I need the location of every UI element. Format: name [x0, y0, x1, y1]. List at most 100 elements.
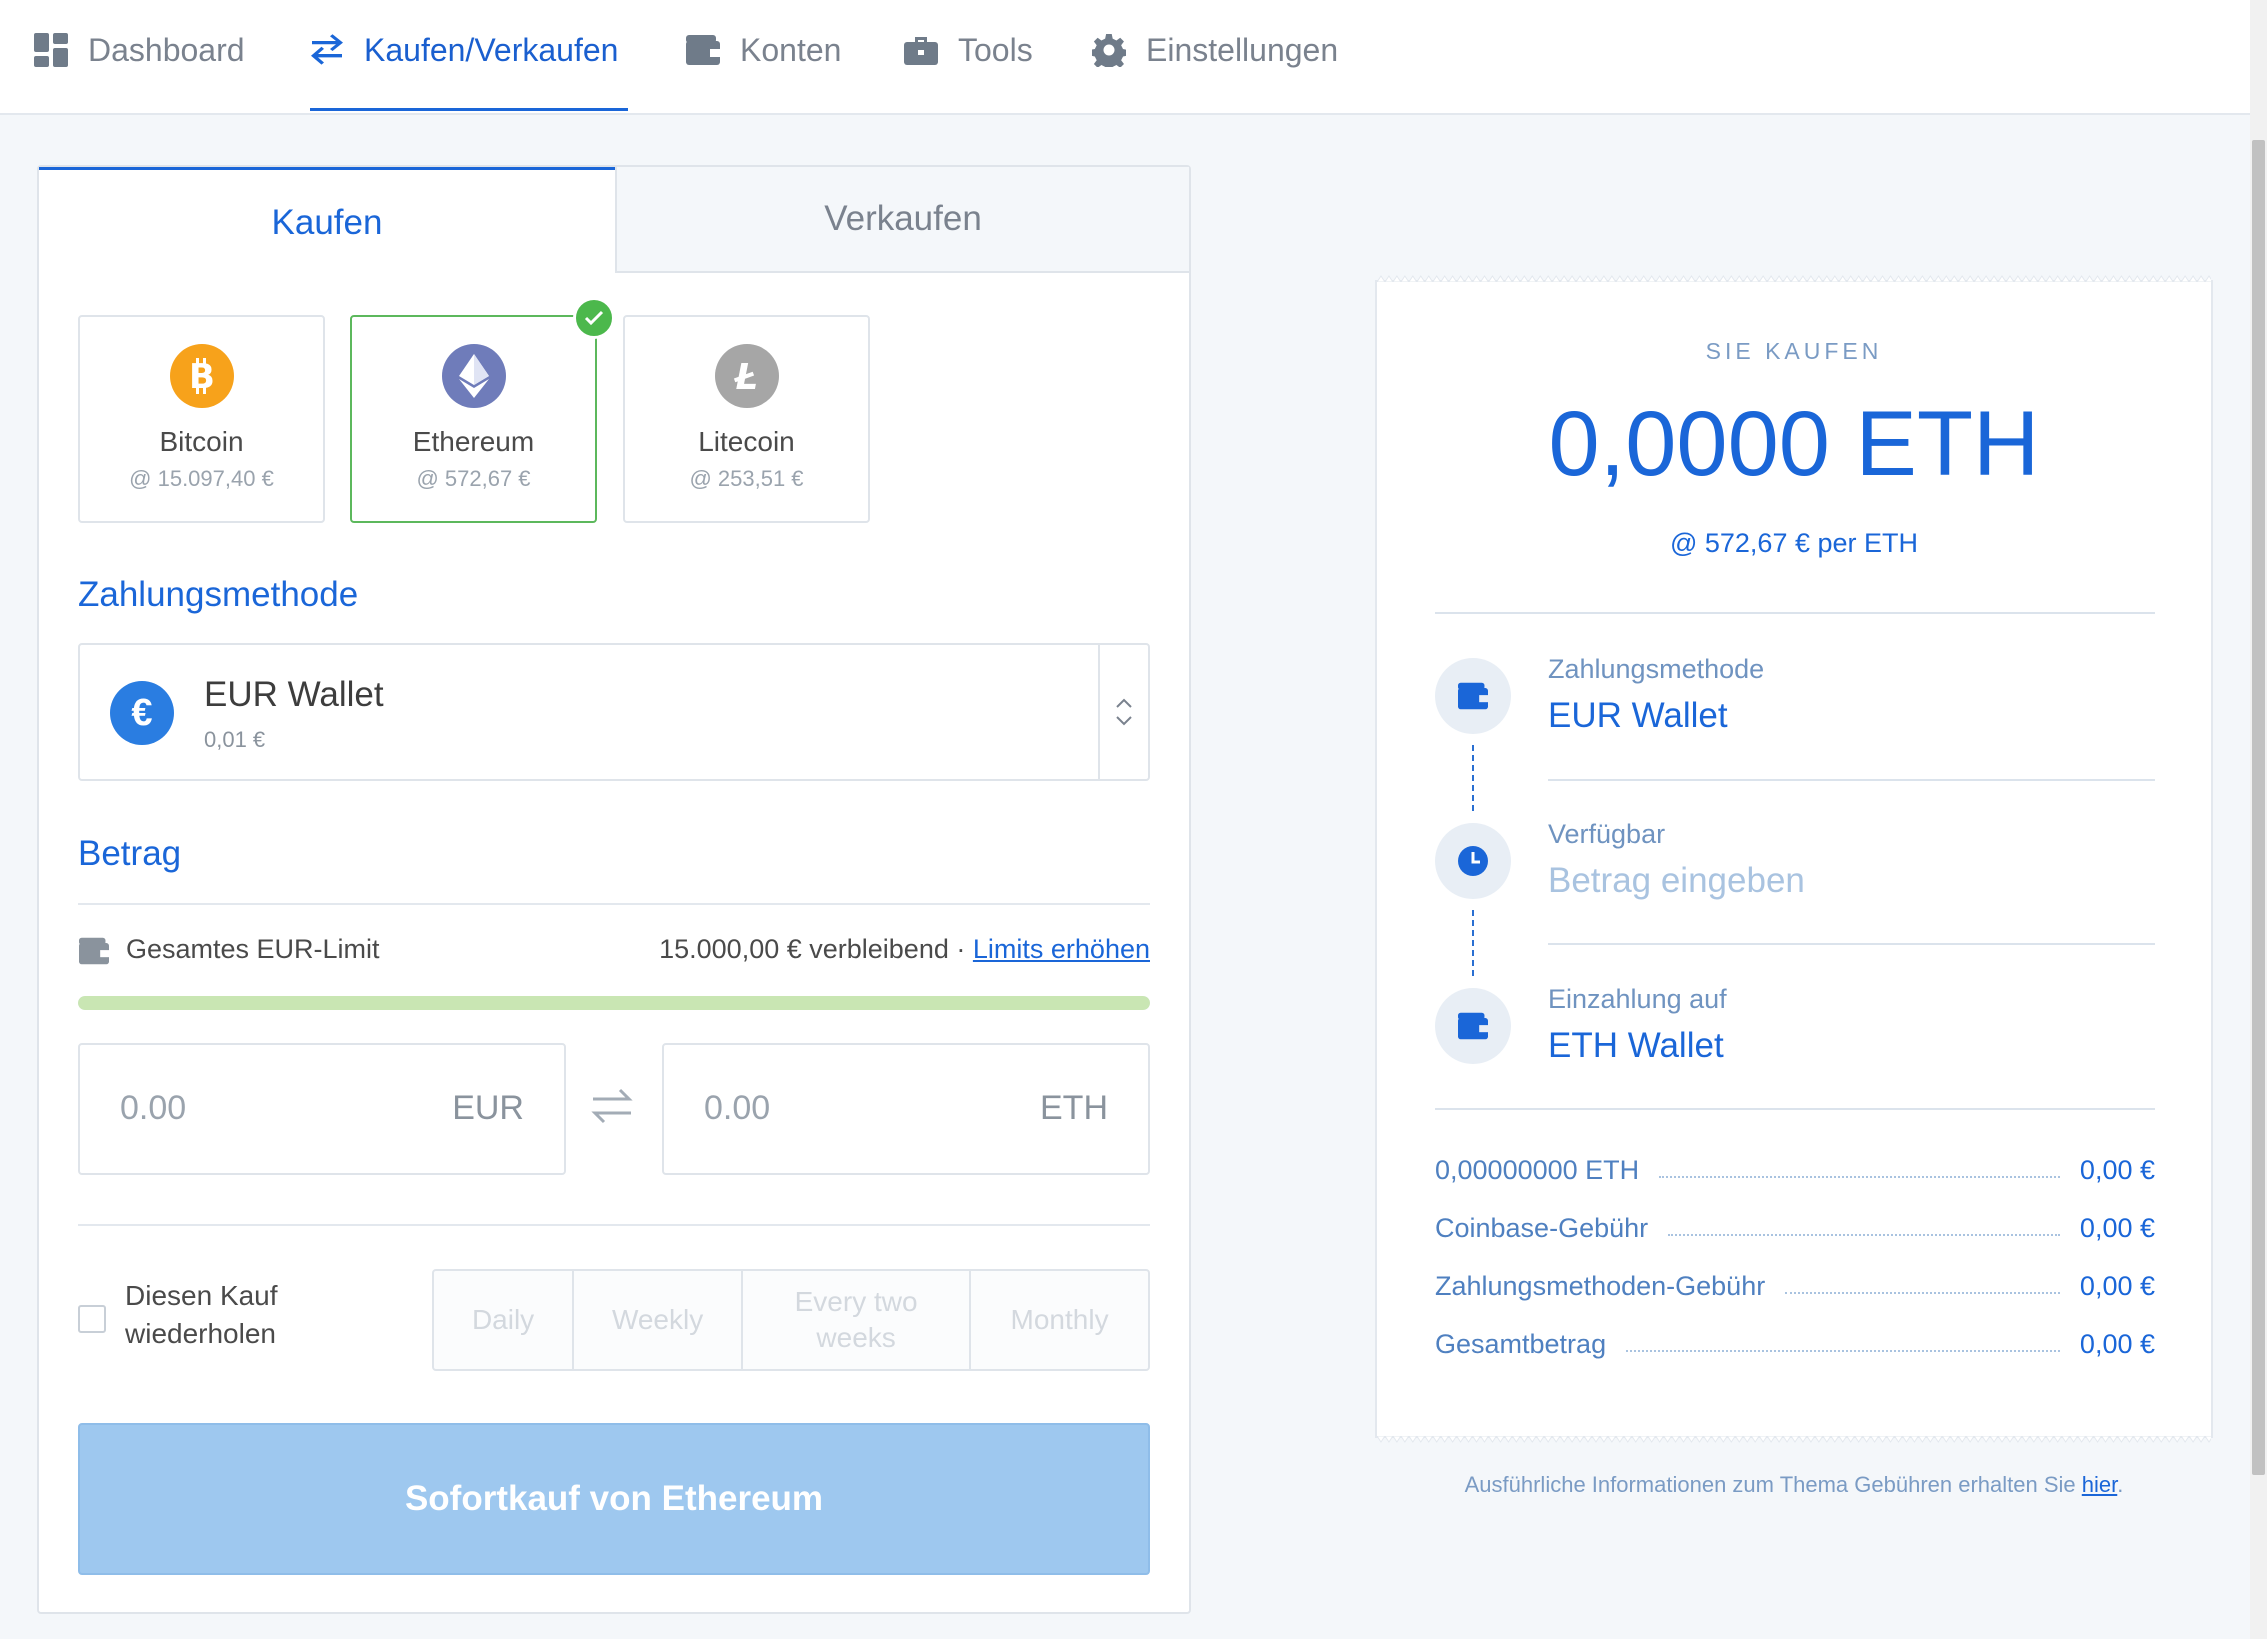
bitcoin-icon: B: [169, 344, 234, 408]
frequency-daily[interactable]: Daily: [434, 1271, 575, 1369]
payment-method-title: Zahlungsmethode: [78, 575, 359, 614]
step-label: Zahlungsmethode: [1548, 654, 1765, 684]
coin-price: @ 15.097,40 €: [129, 466, 274, 491]
fee-row: 0,00000000 ETH 0,00 €: [1435, 1150, 2155, 1186]
fee-value: 0,00 €: [2079, 1271, 2155, 1301]
frequency-monthly[interactable]: Monthly: [971, 1271, 1148, 1369]
fee-leader: [1785, 1292, 2060, 1294]
nav-tools-label: Tools: [958, 31, 1033, 68]
fiat-currency: EUR: [452, 1089, 524, 1127]
nav-buy-sell[interactable]: Kaufen/Verkaufen: [310, 0, 618, 100]
limit-label: Gesamtes EUR-Limit: [126, 934, 380, 964]
divider: [1548, 779, 2155, 781]
coin-card-bitcoin[interactable]: B Bitcoin @ 15.097,40 €: [78, 315, 325, 523]
coin-name: Bitcoin: [159, 426, 244, 457]
fee-leader: [1659, 1176, 2060, 1178]
selected-check-icon: [573, 297, 615, 339]
tab-buy[interactable]: Kaufen: [39, 167, 615, 276]
litecoin-icon: L: [714, 344, 779, 408]
gear-icon: [1092, 33, 1126, 67]
clock-icon: [1435, 823, 1511, 899]
frequency-weekly[interactable]: Weekly: [574, 1271, 744, 1369]
step-connector: [1472, 745, 1474, 811]
select-chevrons-icon[interactable]: [1098, 645, 1148, 779]
dashboard-icon: [34, 33, 68, 67]
nav-accounts-label: Konten: [740, 31, 842, 68]
step-label: Einzahlung auf: [1548, 984, 1727, 1014]
footnote-text: Ausführliche Informationen zum Thema Geb…: [1464, 1472, 2082, 1497]
footnote-end: .: [2117, 1472, 2124, 1497]
fee-name: 0,00000000 ETH: [1435, 1155, 1640, 1185]
limit-separator: ·: [956, 934, 966, 964]
fee-row: Zahlungsmethoden-Gebühr 0,00 €: [1435, 1266, 2155, 1302]
fees-info-link[interactable]: hier: [2082, 1472, 2117, 1497]
coin-price: @ 253,51 €: [689, 466, 804, 491]
limit-progress-bar: [78, 996, 1150, 1010]
fee-name: Coinbase-Gebühr: [1435, 1213, 1649, 1243]
repeat-frequency-group: Daily Weekly Every two weeks Monthly: [432, 1269, 1150, 1371]
fee-name: Zahlungsmethoden-Gebühr: [1435, 1271, 1766, 1301]
summary-amount: 0,0000 ETH: [1548, 393, 2040, 495]
divider: [1435, 1108, 2155, 1110]
crypto-amount-value: 0.00: [704, 1089, 771, 1127]
fee-value: 0,00 €: [2079, 1155, 2155, 1185]
nav-dashboard[interactable]: Dashboard: [34, 0, 245, 100]
fee-value: 0,00 €: [2079, 1213, 2155, 1243]
limit-remaining: 15.000,00 € verbleibend · Limits erhöhen: [659, 934, 1150, 965]
limit-progress-fill: [78, 996, 1150, 1010]
receipt-edge-bottom: [1377, 1436, 2211, 1443]
repeat-purchase-label: Diesen Kauf wiederholen: [125, 1280, 278, 1349]
step-value: EUR Wallet: [1548, 696, 1728, 735]
payment-method-select[interactable]: € EUR Wallet 0,01 €: [78, 643, 1150, 781]
frequency-every-two-weeks[interactable]: Every two weeks: [743, 1271, 972, 1369]
fees-footnote: Ausführliche Informationen zum Thema Geb…: [1375, 1472, 2213, 1498]
swap-arrows-icon: [311, 34, 343, 65]
scrollbar-track[interactable]: [2250, 0, 2267, 1639]
fee-leader: [1626, 1350, 2060, 1352]
amount-title: Betrag: [78, 834, 182, 873]
nav-tools[interactable]: Tools: [904, 0, 1033, 100]
fee-row: Coinbase-Gebühr 0,00 €: [1435, 1208, 2155, 1244]
payment-method-balance: 0,01 €: [204, 727, 266, 752]
wallet-icon: [1435, 988, 1511, 1064]
fee-leader: [1668, 1234, 2060, 1236]
fiat-amount-input[interactable]: 0.00 EUR: [78, 1043, 566, 1175]
swap-amounts-icon[interactable]: [591, 1085, 633, 1127]
summary-rate: @ 572,67 € per ETH: [1669, 528, 1919, 558]
receipt-edge-top: [1377, 275, 2211, 282]
coin-card-litecoin[interactable]: L Litecoin @ 253,51 €: [623, 315, 870, 523]
coin-card-ethereum[interactable]: Ethereum @ 572,67 €: [350, 297, 615, 523]
svg-text:B: B: [189, 357, 215, 395]
summary-kicker: SIE KAUFEN: [1705, 338, 1883, 364]
wallet-icon: [1435, 658, 1511, 734]
summary-step-payment: Zahlungsmethode EUR Wallet: [1435, 654, 2155, 754]
coin-price: @ 572,67 €: [416, 466, 531, 491]
nav-buy-sell-label: Kaufen/Verkaufen: [364, 31, 619, 68]
nav-settings[interactable]: Einstellungen: [1092, 0, 1338, 100]
divider: [1548, 943, 2155, 945]
divider: [1435, 612, 2155, 614]
instant-buy-button[interactable]: Sofortkauf von Ethereum: [78, 1423, 1150, 1575]
crypto-currency: ETH: [1040, 1089, 1108, 1127]
step-value: Betrag eingeben: [1548, 861, 1805, 900]
repeat-purchase-checkbox[interactable]: [78, 1305, 106, 1333]
briefcase-icon: [904, 37, 938, 65]
step-value: ETH Wallet: [1548, 1026, 1724, 1065]
euro-icon: €: [110, 681, 174, 745]
tab-sell[interactable]: Verkaufen: [615, 167, 1189, 273]
buy-sell-panel: Kaufen Verkaufen B Bitcoin @ 15.097,40 €…: [37, 165, 1191, 1614]
limit-remaining-text: 15.000,00 € verbleibend: [659, 934, 949, 964]
fiat-amount-value: 0.00: [120, 1089, 187, 1127]
fee-value: 0,00 €: [2079, 1329, 2155, 1359]
crypto-amount-input[interactable]: 0.00 ETH: [662, 1043, 1150, 1175]
payment-method-name: EUR Wallet: [204, 675, 384, 714]
wallet-icon: [686, 35, 720, 65]
nav-accounts[interactable]: Konten: [686, 0, 841, 100]
nav-dashboard-label: Dashboard: [88, 31, 245, 68]
increase-limits-link[interactable]: Limits erhöhen: [973, 934, 1150, 964]
divider: [78, 903, 1150, 905]
wallet-icon: [79, 937, 109, 965]
nav-settings-label: Einstellungen: [1146, 31, 1339, 68]
limit-row: Gesamtes EUR-Limit 15.000,00 € verbleibe…: [78, 934, 1150, 974]
scrollbar-thumb[interactable]: [2252, 140, 2265, 1475]
